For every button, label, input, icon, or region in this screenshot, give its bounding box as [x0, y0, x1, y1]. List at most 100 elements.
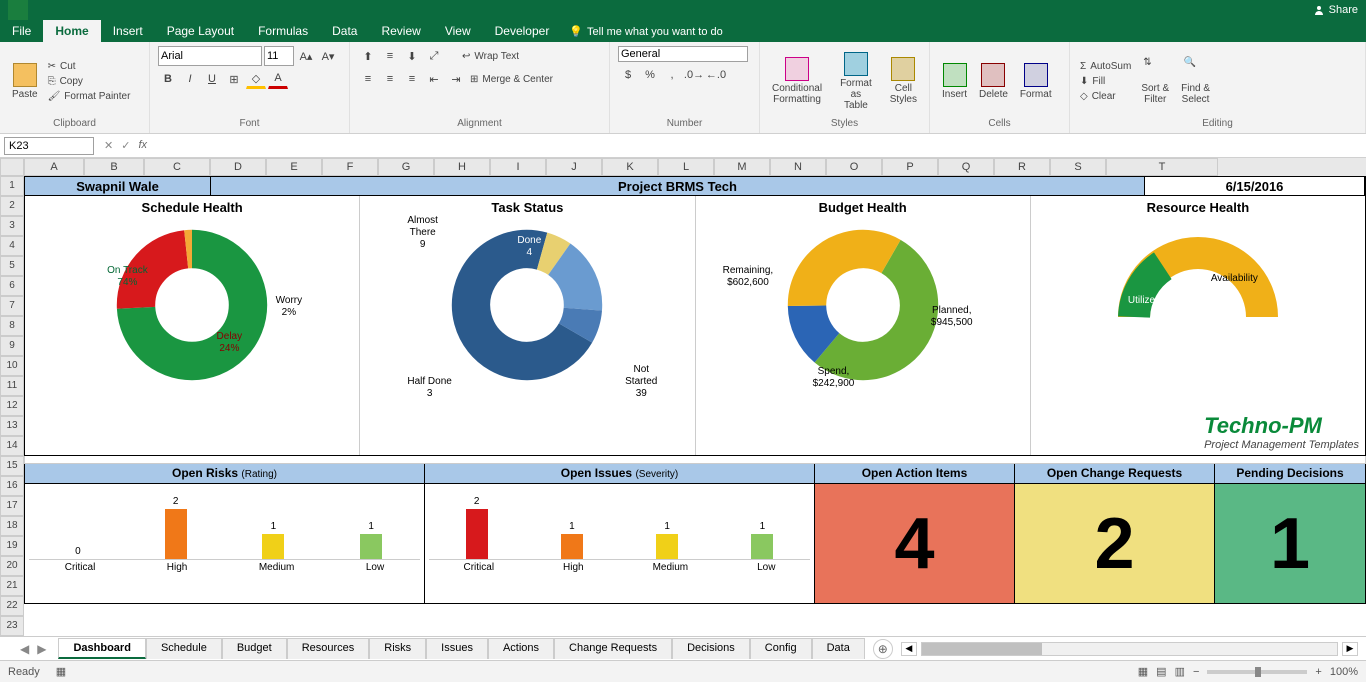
row-header-1[interactable]: 1: [0, 176, 24, 196]
row-header-11[interactable]: 11: [0, 376, 24, 396]
row-header-13[interactable]: 13: [0, 416, 24, 436]
sheet-tab-schedule[interactable]: Schedule: [146, 638, 222, 659]
merge-center-button[interactable]: ⊞Merge & Center: [468, 69, 555, 89]
row-header-21[interactable]: 21: [0, 576, 24, 596]
align-right-button[interactable]: ≡: [402, 69, 422, 89]
row-header-12[interactable]: 12: [0, 396, 24, 416]
col-header-N[interactable]: N: [770, 158, 826, 176]
tab-file[interactable]: File: [0, 20, 43, 42]
col-header-S[interactable]: S: [1050, 158, 1106, 176]
sort-filter-button[interactable]: ⇅Sort & Filter: [1137, 55, 1173, 107]
row-header-22[interactable]: 22: [0, 596, 24, 616]
row-header-18[interactable]: 18: [0, 516, 24, 536]
bold-button[interactable]: B: [158, 69, 178, 89]
font-color-button[interactable]: A: [268, 69, 288, 89]
row-header-4[interactable]: 4: [0, 236, 24, 256]
cancel-formula-icon[interactable]: ✕: [104, 139, 113, 152]
fill-button[interactable]: ⬇Fill: [1078, 75, 1133, 88]
sheet-tab-risks[interactable]: Risks: [369, 638, 426, 659]
row-header-20[interactable]: 20: [0, 556, 24, 576]
horizontal-scrollbar[interactable]: [921, 642, 1338, 656]
tab-developer[interactable]: Developer: [483, 20, 562, 42]
currency-button[interactable]: $: [618, 65, 638, 85]
decrease-decimal-button[interactable]: ←.0: [706, 65, 726, 85]
font-size-select[interactable]: [264, 46, 294, 66]
row-header-8[interactable]: 8: [0, 316, 24, 336]
align-top-button[interactable]: ⬆: [358, 46, 378, 66]
zoom-out-button[interactable]: −: [1193, 666, 1199, 678]
decrease-indent-button[interactable]: ⇤: [424, 69, 444, 89]
col-header-C[interactable]: C: [144, 158, 210, 176]
sheet-tab-decisions[interactable]: Decisions: [672, 638, 750, 659]
format-painter-button[interactable]: 🖌Format Painter: [46, 90, 133, 103]
sheet-tab-config[interactable]: Config: [750, 638, 812, 659]
sheet-tab-actions[interactable]: Actions: [488, 638, 554, 659]
col-header-I[interactable]: I: [490, 158, 546, 176]
col-header-J[interactable]: J: [546, 158, 602, 176]
tell-me[interactable]: 💡 Tell me what you want to do: [561, 21, 730, 42]
cells-area[interactable]: Swapnil Wale Project BRMS Tech 6/15/2016…: [24, 176, 1366, 604]
border-button[interactable]: ⊞: [224, 69, 244, 89]
row-header-16[interactable]: 16: [0, 476, 24, 496]
col-header-D[interactable]: D: [210, 158, 266, 176]
insert-cells-button[interactable]: Insert: [938, 61, 971, 102]
row-header-15[interactable]: 15: [0, 456, 24, 476]
align-bottom-button[interactable]: ⬇: [402, 46, 422, 66]
col-header-L[interactable]: L: [658, 158, 714, 176]
name-box[interactable]: [4, 137, 94, 155]
sheet-tab-resources[interactable]: Resources: [287, 638, 370, 659]
increase-font-button[interactable]: A▴: [296, 46, 316, 66]
formula-input[interactable]: [168, 138, 1366, 154]
conditional-formatting-button[interactable]: Conditional Formatting: [768, 55, 826, 107]
view-normal-button[interactable]: ▦: [1138, 665, 1148, 678]
sheet-nav-prev[interactable]: ◀: [20, 642, 29, 656]
find-select-button[interactable]: 🔍Find & Select: [1177, 55, 1214, 107]
format-cells-button[interactable]: Format: [1016, 61, 1056, 102]
tab-insert[interactable]: Insert: [101, 20, 155, 42]
row-header-5[interactable]: 5: [0, 256, 24, 276]
row-header-23[interactable]: 23: [0, 616, 24, 636]
fx-icon[interactable]: fx: [138, 139, 158, 152]
col-header-F[interactable]: F: [322, 158, 378, 176]
sheet-nav-next[interactable]: ▶: [37, 642, 46, 656]
clear-button[interactable]: ◇Clear: [1078, 90, 1133, 103]
row-header-19[interactable]: 19: [0, 536, 24, 556]
number-format-select[interactable]: [618, 46, 748, 62]
col-header-E[interactable]: E: [266, 158, 322, 176]
fill-color-button[interactable]: ◇: [246, 69, 266, 89]
increase-indent-button[interactable]: ⇥: [446, 69, 466, 89]
col-header-R[interactable]: R: [994, 158, 1050, 176]
paste-button[interactable]: Paste: [8, 61, 42, 102]
align-center-button[interactable]: ≡: [380, 69, 400, 89]
view-page-layout-button[interactable]: ▤: [1156, 665, 1166, 678]
view-page-break-button[interactable]: ▥: [1175, 665, 1185, 678]
col-header-Q[interactable]: Q: [938, 158, 994, 176]
zoom-level[interactable]: 100%: [1330, 666, 1358, 678]
sheet-tab-budget[interactable]: Budget: [222, 638, 287, 659]
col-header-B[interactable]: B: [84, 158, 144, 176]
sheet-tab-issues[interactable]: Issues: [426, 638, 488, 659]
sheet-tab-change-requests[interactable]: Change Requests: [554, 638, 672, 659]
italic-button[interactable]: I: [180, 69, 200, 89]
select-all-corner[interactable]: [0, 158, 24, 176]
col-header-G[interactable]: G: [378, 158, 434, 176]
col-header-K[interactable]: K: [602, 158, 658, 176]
comma-button[interactable]: ,: [662, 65, 682, 85]
underline-button[interactable]: U: [202, 69, 222, 89]
increase-decimal-button[interactable]: .0→: [684, 65, 704, 85]
zoom-slider[interactable]: [1207, 670, 1307, 674]
delete-cells-button[interactable]: Delete: [975, 61, 1012, 102]
enter-formula-icon[interactable]: ✓: [121, 139, 130, 152]
col-header-H[interactable]: H: [434, 158, 490, 176]
col-header-A[interactable]: A: [24, 158, 84, 176]
wrap-text-button[interactable]: ↩Wrap Text: [460, 46, 521, 66]
decrease-font-button[interactable]: A▾: [318, 46, 338, 66]
worksheet[interactable]: ABCDEFGHIJKLMNOPQRST 1234567891011121314…: [0, 158, 1366, 636]
zoom-in-button[interactable]: +: [1315, 666, 1321, 678]
tab-page-layout[interactable]: Page Layout: [155, 20, 246, 42]
align-middle-button[interactable]: ≡: [380, 46, 400, 66]
sheet-tab-dashboard[interactable]: Dashboard: [58, 638, 145, 659]
add-sheet-button[interactable]: ⊕: [873, 639, 893, 659]
col-header-T[interactable]: T: [1106, 158, 1218, 176]
col-header-M[interactable]: M: [714, 158, 770, 176]
